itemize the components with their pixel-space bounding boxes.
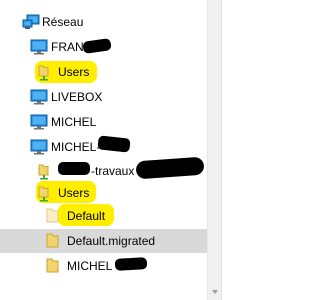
shared-folder-icon	[38, 64, 50, 84]
tree-item-computer-michel[interactable]: MICHEL	[0, 110, 207, 134]
explorer-window: Réseau FRANC Users LIVEBOX MICHEL MICHEL…	[0, 0, 300, 300]
tree-item-folder-default-migrated[interactable]: Default.migrated	[0, 229, 207, 253]
tree-item-folder-michel[interactable]: MICHEL	[0, 254, 207, 278]
tree-item-label: Réseau	[42, 15, 84, 29]
tree-item-label: Default	[67, 209, 106, 223]
computer-icon	[30, 89, 48, 108]
folder-icon	[46, 208, 60, 227]
tree-item-label: MICHEL-	[51, 140, 101, 154]
tree-item-label: LIVEBOX	[51, 90, 103, 104]
redaction-mark	[97, 135, 131, 153]
tree-item-computer-franc[interactable]: FRANC	[0, 35, 207, 59]
computer-icon	[30, 139, 48, 158]
redaction-mark	[114, 257, 148, 271]
tree-item-label: Users	[58, 65, 90, 79]
redaction-mark	[135, 156, 205, 180]
folder-icon	[46, 258, 60, 277]
scroll-down-arrow-icon[interactable]	[212, 290, 218, 294]
content-pane	[222, 0, 300, 300]
tree-item-label: Users	[58, 186, 90, 200]
tree-item-network[interactable]: Réseau	[0, 10, 207, 34]
tree-item-label: Default.migrated	[67, 234, 156, 248]
vertical-scrollbar[interactable]	[207, 0, 221, 300]
computer-icon	[30, 39, 48, 58]
folder-icon	[46, 233, 60, 252]
tree-item-computer-michel-redacted[interactable]: MICHEL-	[0, 135, 207, 159]
tree-item-share-users-2[interactable]: Users	[0, 181, 207, 205]
network-icon	[22, 13, 40, 34]
tree-item-share-users[interactable]: Users	[0, 60, 207, 84]
shared-folder-icon	[38, 163, 50, 183]
tree-item-share-travaux[interactable]: -travaux	[0, 156, 207, 183]
tree-item-label: -travaux	[91, 164, 135, 178]
redaction-mark	[82, 38, 112, 54]
shared-folder-icon	[38, 185, 50, 205]
tree-item-folder-default[interactable]: Default	[0, 204, 207, 228]
redaction-mark	[58, 162, 90, 175]
tree-item-label: MICHEL	[67, 259, 113, 273]
tree-item-computer-livebox[interactable]: LIVEBOX	[0, 85, 207, 109]
computer-icon	[30, 114, 48, 133]
navigation-tree: Réseau FRANC Users LIVEBOX MICHEL MICHEL…	[0, 0, 207, 300]
tree-item-label: MICHEL	[51, 115, 97, 129]
